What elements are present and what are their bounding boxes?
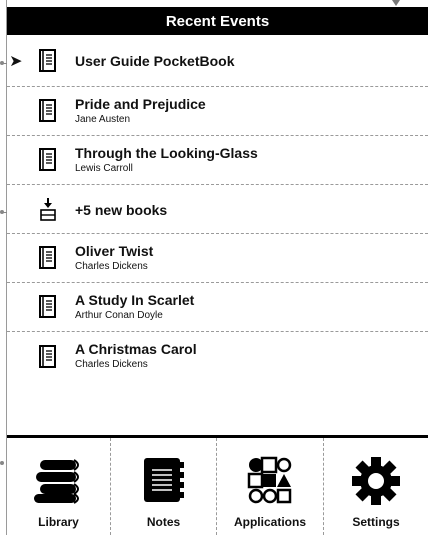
book-icon — [39, 246, 56, 269]
settings-gear-icon — [352, 457, 400, 505]
applications-icon — [247, 456, 292, 504]
current-item-arrow-icon: ➤ — [10, 52, 22, 68]
list-item[interactable]: A Study In Scarlet Arthur Conan Doyle — [7, 283, 428, 332]
item-title: +5 new books — [75, 202, 168, 218]
nav-notes-button[interactable]: Notes — [111, 438, 217, 535]
item-author: Arthur Conan Doyle — [75, 310, 163, 321]
item-title: Oliver Twist — [75, 243, 154, 259]
item-title: A Study In Scarlet — [75, 292, 195, 308]
book-icon — [39, 295, 56, 318]
item-author: Lewis Carroll — [75, 163, 133, 174]
nav-library-button[interactable]: Library — [7, 438, 111, 535]
list-item[interactable]: Pride and Prejudice Jane Austen — [7, 87, 428, 136]
nav-applications-button[interactable]: Applications — [217, 438, 324, 535]
item-title: Pride and Prejudice — [75, 96, 206, 112]
header-title: Recent Events — [165, 12, 270, 30]
list-item[interactable]: A Christmas Carol Charles Dickens — [7, 332, 428, 381]
nav-settings-label: Settings — [352, 515, 400, 529]
list-item[interactable]: Through the Looking-Glass Lewis Carroll — [7, 136, 428, 185]
book-icon — [39, 148, 56, 171]
download-icon — [40, 198, 56, 221]
book-icon — [39, 344, 56, 368]
item-title: A Christmas Carol — [75, 341, 197, 357]
callout-pointer-top — [392, 0, 400, 6]
book-icon — [39, 99, 56, 122]
callout-dot — [0, 461, 4, 465]
item-author: Charles Dickens — [75, 359, 148, 370]
notes-icon — [143, 458, 184, 502]
item-title: User Guide PocketBook — [75, 53, 235, 69]
nav-settings-button[interactable]: Settings — [324, 438, 428, 535]
list-item-new-books[interactable]: +5 new books — [7, 185, 428, 234]
nav-notes-label: Notes — [146, 515, 181, 529]
recent-events-list: ➤ User Guide PocketBook Pride and Prejud… — [7, 35, 428, 381]
page-title: Recent Events — [7, 7, 428, 35]
item-title: Through the Looking-Glass — [75, 145, 258, 161]
nav-applications-label: Applications — [233, 515, 306, 529]
bottom-nav: Library Notes Applications Settings — [7, 435, 428, 535]
list-item[interactable]: Oliver Twist Charles Dickens — [7, 234, 428, 283]
book-icon — [39, 48, 56, 72]
list-item-current[interactable]: ➤ User Guide PocketBook — [7, 35, 428, 87]
nav-library-label: Library — [38, 515, 79, 529]
library-icon — [33, 459, 79, 504]
device-screen: Recent Events ➤ User Guide PocketBook Pr… — [7, 7, 428, 535]
item-author: Charles Dickens — [75, 261, 148, 272]
item-author: Jane Austen — [75, 114, 131, 125]
